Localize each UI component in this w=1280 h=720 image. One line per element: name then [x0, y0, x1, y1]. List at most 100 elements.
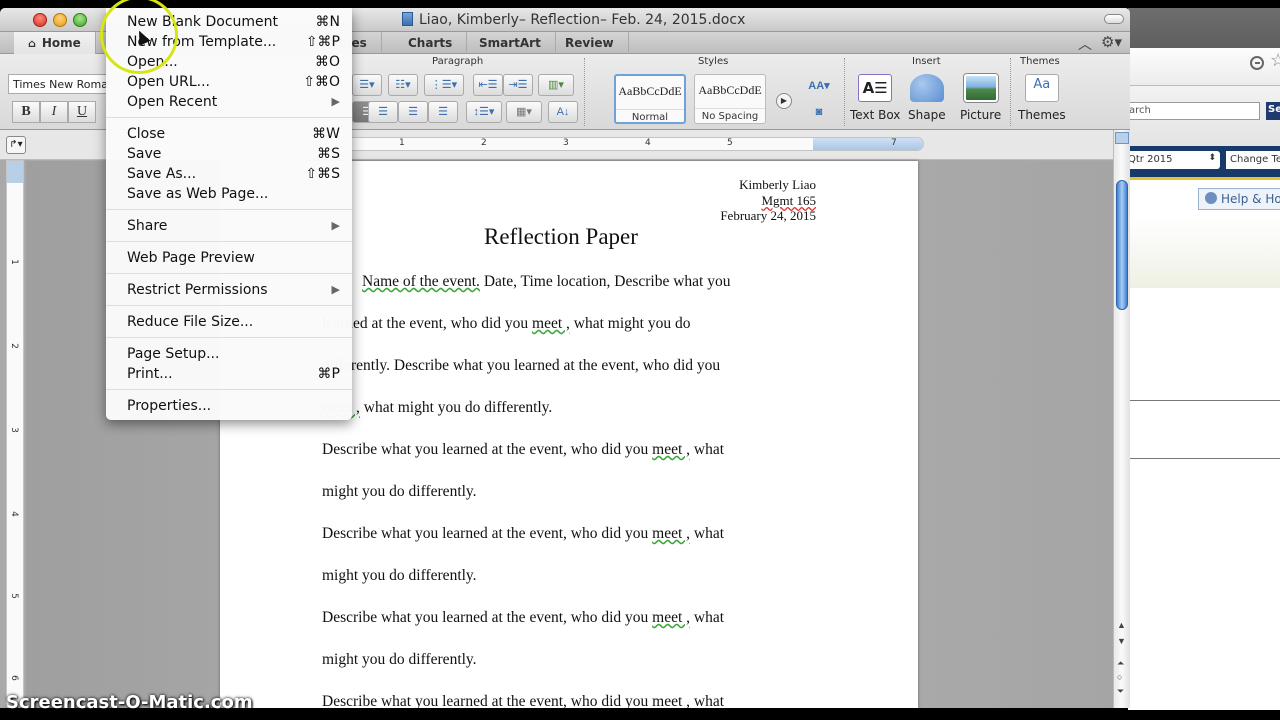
picture-button[interactable]: Picture	[960, 74, 1001, 122]
vertical-scrollbar[interactable]: ▲ ▼ ⏶ ○ ⏷	[1113, 130, 1130, 708]
zoom-window-button[interactable]	[73, 13, 87, 27]
tab-review[interactable]: Review	[551, 32, 629, 54]
collapse-ribbon-icon[interactable]: ︿	[1078, 34, 1092, 54]
gear-icon[interactable]: ⚙▾	[1101, 33, 1122, 51]
bullets-button[interactable]: ☰▾	[352, 74, 382, 96]
menu-item-label: Save As...	[127, 166, 197, 182]
menu-item-reduce-file-size[interactable]: Reduce File Size...	[106, 312, 352, 332]
zoom-icon[interactable]	[1250, 56, 1264, 70]
scroll-down-icon[interactable]: ▼	[1117, 636, 1126, 646]
grammar-flagged-text[interactable]: meet ,	[652, 441, 690, 458]
grammar-flagged-text[interactable]: meet ,	[532, 315, 570, 332]
previous-page-icon[interactable]: ⏶	[1117, 658, 1124, 669]
close-window-button[interactable]	[33, 13, 47, 27]
toolbar-toggle-button[interactable]	[1104, 14, 1124, 24]
menu-item-save-as[interactable]: Save As... ⇧⌘S	[106, 164, 352, 184]
minimize-window-button[interactable]	[53, 13, 67, 27]
header-course-text: Mgmt 165	[761, 193, 816, 208]
site-search-input[interactable]: arch	[1128, 102, 1260, 120]
line-spacing-button[interactable]: ↕☰▾	[466, 101, 502, 123]
menu-item-restrict-permissions[interactable]: Restrict Permissions ▶	[106, 280, 352, 300]
site-search-button[interactable]: Se	[1266, 102, 1280, 120]
grammar-flagged-text[interactable]: meet ,	[652, 609, 690, 626]
grammar-flagged-text[interactable]: meet ,	[652, 525, 690, 542]
multilevel-list-button[interactable]: ⋮☰▾	[424, 74, 464, 96]
menu-item-shortcut: ⇧⌘P	[305, 34, 340, 50]
help-button-label: Help & Ho	[1221, 192, 1280, 206]
line-text: Describe what you learned at the event, …	[322, 609, 653, 626]
menu-item-share[interactable]: Share ▶	[106, 216, 352, 236]
increase-indent-button[interactable]: ⇥☰	[503, 74, 533, 96]
justify-button[interactable]: ☰	[428, 101, 458, 123]
line-text: what might you do differently.	[359, 399, 553, 416]
ruler-number: 4	[8, 511, 19, 517]
borders-button[interactable]: ▦▾	[506, 101, 542, 123]
columns-button[interactable]: ▥▾	[538, 74, 574, 96]
star-icon[interactable]: ☆	[1270, 50, 1280, 71]
text-box-button[interactable]: A☰ Text Box	[850, 74, 900, 122]
style-normal[interactable]: AaBbCcDdE Normal	[614, 74, 686, 124]
tab-smartart-label: SmartArt	[479, 36, 541, 50]
scrollbar-thumb[interactable]	[1116, 180, 1128, 310]
quarter-select[interactable]: Qtr 2015 ⬍	[1128, 151, 1220, 169]
menu-item-properties[interactable]: Properties...	[106, 396, 352, 416]
ruler-number: 2	[481, 138, 487, 148]
text-effects-button[interactable]: AA▾	[804, 76, 834, 98]
underline-button[interactable]: U	[68, 101, 96, 123]
scroll-up-icon[interactable]: ▲	[1117, 620, 1126, 630]
menu-item-page-setup[interactable]: Page Setup...	[106, 344, 352, 364]
tab-charts[interactable]: Charts	[394, 32, 468, 54]
next-page-icon[interactable]: ⏷	[1117, 686, 1124, 697]
tab-selector-button[interactable]: ↱▾	[6, 136, 26, 154]
menu-item-save-as-web-page[interactable]: Save as Web Page...	[106, 184, 352, 204]
align-center-button[interactable]: ☰	[368, 101, 398, 123]
tab-charts-label: Charts	[408, 36, 453, 50]
sort-button[interactable]: A↓	[548, 101, 578, 123]
menu-item-label: Print...	[127, 366, 173, 382]
menu-item-print[interactable]: Print... ⌘P	[106, 364, 352, 384]
header-course: Mgmt 165	[761, 193, 816, 209]
tab-smartart[interactable]: SmartArt	[465, 32, 556, 54]
help-button[interactable]: Help & Ho	[1198, 188, 1280, 210]
themes-button[interactable]: Aa Themes	[1018, 74, 1066, 122]
divider	[1128, 458, 1280, 459]
menu-item-web-page-preview[interactable]: Web Page Preview	[106, 248, 352, 268]
document-line: meet , what might you do differently.	[322, 399, 552, 417]
menu-item-label: Restrict Permissions	[127, 282, 268, 298]
tab-home[interactable]: ⌂ Home	[14, 32, 96, 54]
menu-item-save[interactable]: Save ⌘S	[106, 144, 352, 164]
next-style-button[interactable]: ▶	[776, 93, 792, 109]
change-term-button[interactable]: Change Te	[1226, 151, 1280, 169]
style-sample: AaBbCcDdE	[698, 83, 762, 97]
tab-home-label: Home	[41, 36, 81, 50]
line-text: Describe what you learned at the event, …	[322, 441, 653, 458]
menu-item-open-recent[interactable]: Open Recent ▶	[106, 92, 352, 112]
style-sample: AaBbCcDdE	[618, 84, 682, 98]
vertical-ruler[interactable]: 1 2 3 4 5 6	[6, 160, 24, 708]
split-handle[interactable]	[1115, 132, 1129, 144]
font-name-input[interactable]: Times New Roman	[8, 74, 108, 94]
home-icon: ⌂	[28, 37, 36, 50]
numbering-button[interactable]: ☷▾	[388, 74, 418, 96]
line-text: what might you do	[569, 315, 691, 332]
styles-pane-icon[interactable]: ◙	[804, 102, 834, 124]
style-no-spacing[interactable]: AaBbCcDdE No Spacing	[694, 74, 766, 124]
shape-button[interactable]: Shape	[908, 74, 946, 122]
grammar-flagged-text[interactable]: Name of the event.	[362, 273, 480, 290]
browse-object-icon[interactable]: ○	[1117, 672, 1122, 682]
line-text: what	[690, 441, 725, 458]
align-right-button[interactable]: ☰	[398, 101, 428, 123]
ruler-number: 6	[8, 675, 19, 681]
decrease-indent-button[interactable]: ⇤☰	[473, 74, 503, 96]
menu-item-open-url[interactable]: Open URL... ⇧⌘O	[106, 72, 352, 92]
menu-separator	[106, 241, 352, 242]
line-text: what	[690, 525, 725, 542]
submenu-arrow-icon: ▶	[331, 283, 340, 296]
menu-item-close[interactable]: Close ⌘W	[106, 124, 352, 144]
document-line: differently. Describe what you learned a…	[322, 357, 720, 375]
themes-group-label: Themes	[1020, 56, 1060, 67]
italic-button[interactable]: I	[40, 101, 68, 123]
ruler-number: 5	[8, 593, 19, 599]
bold-button[interactable]: B	[12, 101, 40, 123]
themes-icon: Aa	[1024, 74, 1059, 102]
